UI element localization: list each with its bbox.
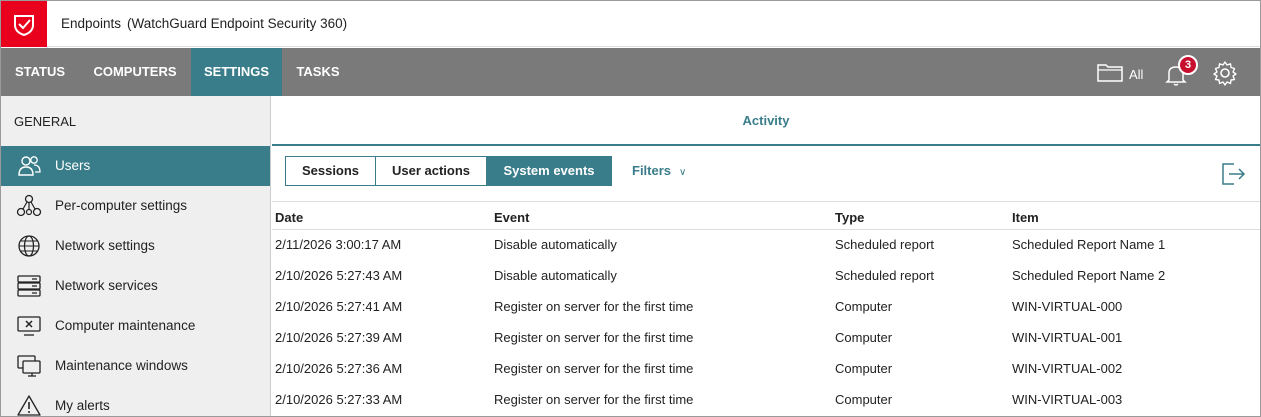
tab-settings[interactable]: SETTINGS — [191, 48, 282, 96]
title-bar: Endpoints (WatchGuard Endpoint Security 3… — [1, 1, 1260, 47]
column-header-type[interactable]: Type — [835, 210, 864, 225]
sidebar-item-label: My alerts — [55, 398, 110, 413]
table-row[interactable]: 2/10/2026 5:27:41 AM Register on server f… — [272, 292, 1260, 323]
cell-date: 2/10/2026 5:27:43 AM — [275, 268, 403, 283]
cell-type: Computer — [835, 361, 893, 376]
sidebar-heading: GENERAL — [14, 114, 77, 129]
activity-table: Date Event Type Item 2/11/2026 3:00:17 A… — [272, 201, 1260, 416]
cell-item: WIN-VIRTUAL-001 — [1012, 330, 1123, 345]
sidebar-item-label: Computer maintenance — [55, 318, 196, 333]
cell-type: Computer — [835, 392, 893, 407]
cell-event: Disable automatically — [494, 268, 617, 283]
chevron-down-icon: ∨ — [679, 167, 687, 178]
app-title: Endpoints (WatchGuard Endpoint Security 3… — [61, 16, 347, 31]
cell-event: Register on server for the first time — [494, 330, 694, 345]
folder-filter-button[interactable]: All — [1097, 62, 1157, 84]
network-nodes-icon — [16, 194, 42, 217]
main-content: Activity Sessions User actions System ev… — [272, 96, 1260, 416]
cell-event: Register on server for the first time — [494, 392, 694, 407]
table-header: Date Event Type Item — [272, 202, 1260, 230]
cell-event: Register on server for the first time — [494, 361, 694, 376]
table-row[interactable]: 2/10/2026 5:27:33 AM Register on server f… — [272, 385, 1260, 416]
app-subtitle: (WatchGuard Endpoint Security 360) — [127, 16, 348, 31]
cell-item: WIN-VIRTUAL-002 — [1012, 361, 1123, 376]
sidebar-item-label: Network settings — [55, 238, 155, 253]
sidebar-item-label: Per-computer settings — [55, 198, 188, 213]
sidebar-item-per-computer-settings[interactable]: Per-computer settings — [1, 186, 270, 226]
cell-type: Computer — [835, 330, 893, 345]
cell-item: Scheduled Report Name 2 — [1012, 268, 1166, 283]
cell-event: Disable automatically — [494, 237, 617, 252]
sidebar-item-network-services[interactable]: Network services — [1, 266, 270, 306]
cell-type: Scheduled report — [835, 237, 935, 252]
cell-item: WIN-VIRTUAL-003 — [1012, 392, 1123, 407]
filters-label: Filters — [632, 163, 672, 178]
cell-type: Scheduled report — [835, 268, 935, 283]
globe-icon — [18, 235, 40, 257]
users-icon — [18, 156, 41, 176]
table-row[interactable]: 2/11/2026 3:00:17 AM Disable automaticall… — [272, 230, 1260, 261]
cell-event: Register on server for the first time — [494, 299, 694, 314]
filters-toggle[interactable]: Filters ∨ — [632, 163, 686, 178]
export-icon[interactable] — [1220, 162, 1246, 186]
cell-date: 2/10/2026 5:27:41 AM — [275, 299, 403, 314]
cell-type: Computer — [835, 299, 893, 314]
column-header-event[interactable]: Event — [494, 210, 529, 225]
table-row[interactable]: 2/10/2026 5:27:43 AM Disable automaticall… — [272, 261, 1260, 292]
cell-item: Scheduled Report Name 1 — [1012, 237, 1166, 252]
table-body: 2/11/2026 3:00:17 AM Disable automaticall… — [272, 230, 1260, 416]
table-row[interactable]: 2/10/2026 5:27:36 AM Register on server f… — [272, 354, 1260, 385]
sidebar-item-maintenance-windows[interactable]: Maintenance windows — [1, 346, 270, 386]
settings-gear-button[interactable] — [1212, 60, 1238, 86]
tab-user-actions[interactable]: User actions — [375, 156, 487, 186]
gear-icon — [1213, 61, 1237, 86]
sidebar-item-my-alerts[interactable]: My alerts — [1, 386, 270, 417]
tab-tasks[interactable]: TASKS — [282, 48, 354, 96]
column-header-date[interactable]: Date — [275, 210, 303, 225]
monitor-x-icon — [17, 316, 41, 336]
notification-badge: 3 — [1178, 55, 1198, 75]
monitors-icon — [17, 355, 41, 377]
folder-icon — [1097, 64, 1123, 82]
watchguard-logo-icon[interactable] — [1, 1, 47, 47]
sidebar-item-label: Network services — [55, 278, 158, 293]
cell-date: 2/10/2026 5:27:33 AM — [275, 392, 403, 407]
column-header-item[interactable]: Item — [1012, 210, 1039, 225]
main-nav: STATUS COMPUTERS SETTINGS TASKS All 3 — [1, 48, 1260, 96]
cell-item: WIN-VIRTUAL-000 — [1012, 299, 1123, 314]
tab-system-events[interactable]: System events — [486, 156, 612, 186]
warning-icon — [17, 395, 41, 416]
folder-filter-label: All — [1129, 67, 1144, 82]
tab-sessions[interactable]: Sessions — [285, 156, 376, 186]
sidebar-item-users[interactable]: Users — [1, 146, 270, 186]
server-icon — [17, 275, 41, 297]
sidebar-item-computer-maintenance[interactable]: Computer maintenance — [1, 306, 270, 346]
page-title: Activity — [272, 96, 1260, 146]
sidebar-item-label: Users — [55, 158, 91, 173]
cell-date: 2/10/2026 5:27:39 AM — [275, 330, 403, 345]
cell-date: 2/11/2026 3:00:17 AM — [275, 237, 402, 252]
sidebar-item-label: Maintenance windows — [55, 358, 188, 373]
settings-sidebar: GENERAL Users Per-computer settings Netw… — [1, 96, 271, 416]
tab-status[interactable]: STATUS — [1, 48, 79, 96]
app-title-text: Endpoints — [61, 16, 122, 31]
tab-computers[interactable]: COMPUTERS — [79, 48, 191, 96]
sidebar-item-network-settings[interactable]: Network settings — [1, 226, 270, 266]
table-row[interactable]: 2/10/2026 5:27:39 AM Register on server f… — [272, 323, 1260, 354]
notifications-button[interactable]: 3 — [1164, 55, 1198, 88]
cell-date: 2/10/2026 5:27:36 AM — [275, 361, 403, 376]
